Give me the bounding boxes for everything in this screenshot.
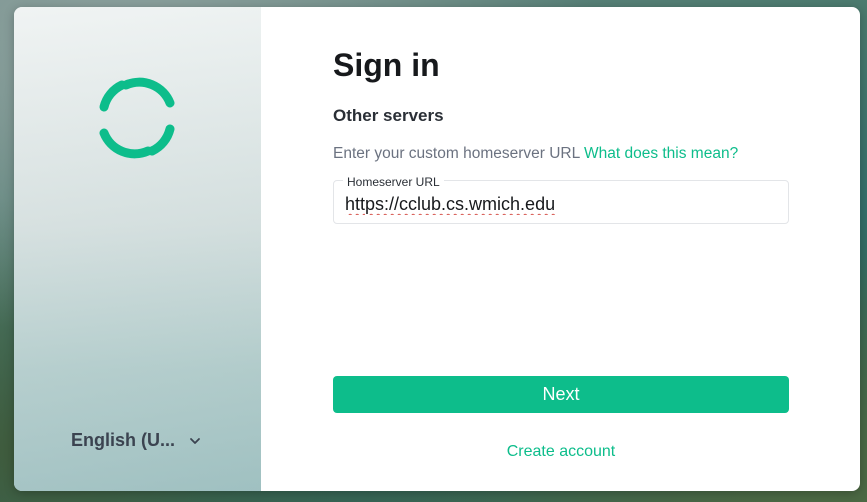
sign-in-form-panel: Sign in Other servers Enter your custom …	[261, 7, 860, 491]
homeserver-url-input[interactable]	[345, 194, 775, 215]
branding-panel: English (U...	[14, 7, 261, 491]
language-label: English (U...	[71, 430, 176, 450]
section-subtitle: Other servers	[333, 106, 444, 125]
page-title: Sign in	[333, 47, 440, 83]
sign-in-dialog: English (U... Sign in Other servers Ente…	[14, 7, 860, 491]
element-logo-icon	[99, 77, 175, 159]
description-text: Enter your custom homeserver URL	[333, 145, 580, 162]
chevron-down-icon	[190, 437, 200, 444]
what-does-this-mean-link[interactable]: What does this mean?	[584, 145, 738, 162]
create-account-link[interactable]: Create account	[333, 443, 789, 461]
language-dropdown[interactable]: English (U...	[71, 430, 201, 451]
homeserver-url-field[interactable]: Homeserver URL	[333, 175, 789, 224]
next-button[interactable]: Next	[333, 376, 789, 413]
homeserver-url-label: Homeserver URL	[343, 175, 444, 189]
homeserver-description: Enter your custom homeserver URL What do…	[333, 145, 738, 163]
